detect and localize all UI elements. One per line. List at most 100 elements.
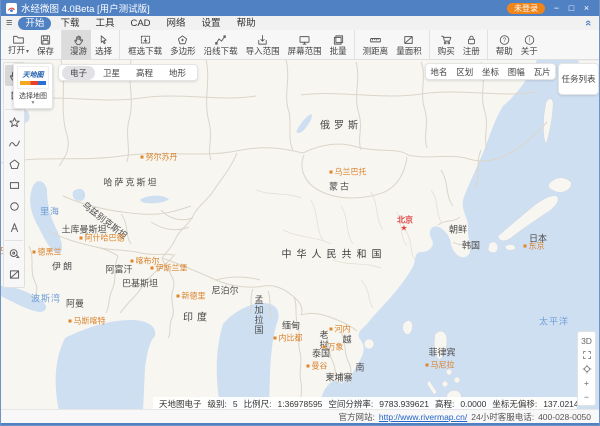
tianditu-logo-text: 天地图 [23,70,44,80]
map-tool-item[interactable]: 地名 [430,66,447,78]
toolbar-button-icon [465,34,478,46]
lt-draw-polyline[interactable] [5,133,23,154]
btn-register[interactable]: 注册 [459,30,484,59]
btn-save[interactable]: 保存 [33,30,58,59]
menu-settings[interactable]: 设置 [195,17,228,30]
collapse-ribbon-icon[interactable]: « [582,20,594,26]
btn-line-download[interactable]: 沿线下载 [200,30,242,59]
toolbar-button-icon [39,34,52,46]
map-source-card[interactable]: 天地图 选择地图 ▼ [13,63,53,109]
toolbar-button-icon [12,33,25,45]
tianditu-logo: 天地图 [17,66,49,89]
map-tool-item[interactable]: 区划 [456,66,473,78]
toolbar-button-icon [402,34,415,46]
draw-tool-icon [8,268,21,281]
tab-elevation[interactable]: 高程 [128,66,161,80]
lt-draw-rect[interactable] [5,175,23,196]
lt-draw-star[interactable] [5,109,23,133]
lt-measure-distance[interactable] [5,240,23,264]
map-tool-item[interactable]: 图幅 [508,66,525,78]
toolbar-button-icon [369,34,382,46]
btn-screen-extent[interactable]: 屏幕范围 [284,30,326,59]
map-viewport[interactable]: 俄罗斯哈萨克斯坦努尔苏丹蒙古乌兰巴托里海乌兹别克斯坦土库曼斯坦阿什哈巴德德黑兰巴… [1,60,599,409]
toolbar-button-icon [214,34,227,46]
menu-download[interactable]: 下载 [53,17,86,30]
btn-measure-distance[interactable]: 测距离 [354,30,393,59]
tab-terrain[interactable]: 地形 [161,66,194,80]
menu-start[interactable]: 开始 [18,17,51,30]
draw-tool-icon [8,116,21,129]
draw-tool-icon [8,200,21,213]
btn-box-download[interactable]: 框选下载 [119,30,166,59]
login-status-badge[interactable]: 未登录 [507,3,545,14]
site-link[interactable]: http://www.rivermap.cn/ [379,412,467,422]
status-level-label: 级别: [208,398,227,410]
menu-help[interactable]: 帮助 [230,17,263,30]
btn-help[interactable]: 帮助 [487,30,517,59]
mc-fullscreen[interactable] [578,348,595,361]
status-level: 5 [233,399,238,409]
btn-batch[interactable]: 批量 [326,30,351,59]
mc-zoom-out[interactable]: − [578,390,595,403]
layer-tabs: 电子卫星高程地形 [58,64,198,81]
btn-pan[interactable]: 漫游 [61,30,91,59]
map-nav-icon [582,350,592,360]
menu-network[interactable]: 网络 [160,17,193,30]
site-label: 官方网站: [339,411,375,423]
ribbon-toolbar: 打开 保存 漫游 选择 框选下载 多边形 沿线下载 导入范围 [1,30,599,60]
status-scale-label: 比例尺: [244,398,272,410]
phone-label: 24小时客服电话: [471,411,534,423]
toolbar-button-icon [440,34,453,46]
tianditu-logo-bar [20,81,46,85]
app-logo-icon [6,3,17,14]
map-tool-item[interactable]: 坐标 [482,66,499,78]
toolbar-button-icon [523,34,536,46]
btn-open[interactable]: 打开 [4,30,33,59]
map-nav-icon [582,364,592,374]
lt-draw-text[interactable] [5,217,23,238]
lt-draw-polygon[interactable] [5,154,23,175]
map-nav-controls: 3D + − [577,331,596,406]
map-tool-box: 地名区划坐标图幅瓦片 [425,63,556,80]
menu-cad[interactable]: CAD [123,17,157,30]
btn-measure-area[interactable]: 量面积 [392,30,426,59]
tab-satellite[interactable]: 卫星 [95,66,128,80]
btn-polygon[interactable]: 多边形 [166,30,200,59]
chevron-down-icon[interactable]: ▼ [31,101,36,106]
menu-items: 开始下载工具CAD网络设置帮助 [18,17,262,30]
lt-draw-circle[interactable] [5,196,23,217]
tab-vector[interactable]: 电子 [62,66,95,80]
maximize-button[interactable]: □ [564,0,579,16]
map-tool-item[interactable]: 瓦片 [534,66,551,78]
status-elevation-label: 高程: [435,398,454,410]
draw-tool-icon [8,179,21,192]
toolbar-button-icon [72,34,85,46]
toolbar-button-icon [176,34,189,46]
minimize-button[interactable]: − [549,0,564,16]
title-bar: 水经微图 4.0Beta [用户测试版] 未登录 −□× [1,0,599,16]
btn-about[interactable]: 关于 [517,30,542,59]
task-list-button[interactable]: 任务列表 [558,63,599,95]
btn-select[interactable]: 选择 [91,30,116,59]
footer-bar: 官方网站: http://www.rivermap.cn/ 24小时客服电话: … [1,409,599,423]
mc-zoom-in[interactable]: + [578,376,595,389]
window-controls: −□× [549,0,594,16]
hamburger-icon[interactable]: ≡ [6,17,12,29]
status-elevation: 0.0000 [460,399,486,409]
status-coord-label: 坐标无偏移: [492,398,537,410]
draw-tool-icon [8,137,21,150]
mc-3d[interactable]: 3D [578,334,595,347]
window-bottom-strip [1,423,599,425]
status-bar: 天地图电子 级别:5 比例尺:1:36978595 空间分辨率:9783.939… [153,397,577,409]
toolbar-button-icon [332,34,345,46]
menu-bar: ≡ 开始下载工具CAD网络设置帮助 « [1,16,599,30]
btn-import-extent[interactable]: 导入范围 [242,30,284,59]
status-scale: 1:36978595 [278,399,323,409]
menu-tools[interactable]: 工具 [88,17,121,30]
phone-number: 400-028-0050 [538,412,591,422]
close-button[interactable]: × [579,0,594,16]
btn-buy[interactable]: 购买 [429,30,459,59]
lt-measure-area[interactable] [5,264,23,285]
mc-locate[interactable] [578,362,595,375]
toolbar-button-icon [97,34,110,46]
